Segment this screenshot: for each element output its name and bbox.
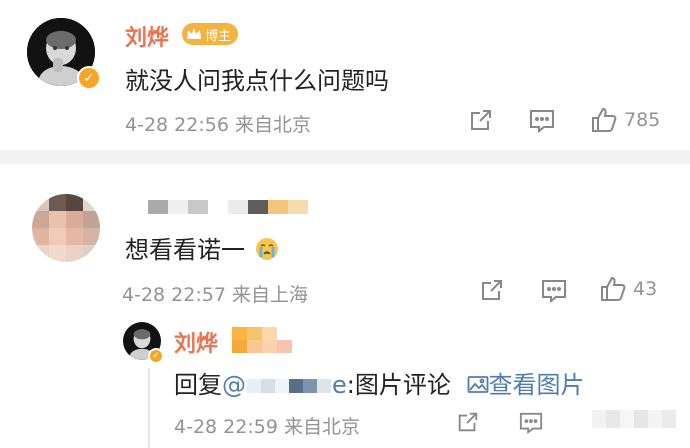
reply-prefix: 回复 — [174, 371, 222, 399]
blogger-badge: 博主 — [182, 23, 239, 45]
reply-thread-line — [148, 368, 150, 448]
mention-tail[interactable]: e — [332, 371, 347, 399]
author-name-mosaic — [128, 200, 308, 214]
verified-icon: ✓ — [148, 348, 164, 364]
comment-icon — [530, 110, 554, 134]
comment-meta: 4-28 22:57 来自上海 — [122, 284, 308, 306]
comment-item: ✓ 刘烨 博主 就没人问我点什么问题吗 4-28 22:56 来自北京 785 — [0, 0, 690, 150]
verified-icon: ✓ — [77, 66, 101, 90]
comment-icon — [542, 280, 566, 304]
share-icon — [458, 412, 478, 432]
author-name[interactable]: 刘烨 — [125, 20, 169, 52]
view-image-link[interactable]: 查看图片 — [467, 371, 585, 399]
crown-icon — [187, 28, 201, 39]
comment-button[interactable] — [528, 108, 556, 134]
comment-text: 就没人问我点什么问题吗 — [125, 67, 389, 95]
like-button[interactable]: 43 — [599, 275, 657, 303]
share-button[interactable] — [468, 107, 494, 133]
reply-meta: 4-28 22:59 来自北京 — [174, 416, 360, 438]
like-mosaic — [578, 410, 676, 428]
comment-item: 想看看诺一 4-28 22:57 来自上海 43 — [0, 164, 690, 314]
like-count: 43 — [633, 278, 658, 300]
comment-text-body: 想看看诺一 — [125, 236, 245, 264]
reply-suffix: :图片评论 — [346, 371, 451, 399]
reply-item: ✓ 刘烨 回复@ e:图片评论 查看图片 4-28 22:59 来自北京 — [0, 314, 690, 448]
like-icon — [601, 276, 626, 301]
mention-mosaic — [247, 379, 331, 393]
share-icon — [471, 110, 491, 130]
like-icon — [592, 107, 617, 132]
like-button[interactable] — [578, 410, 676, 428]
badge-mosaic — [232, 327, 292, 353]
comment-button[interactable] — [540, 278, 568, 304]
badge-label: 博主 — [205, 28, 232, 44]
comment-icon — [519, 412, 543, 435]
like-button[interactable]: 785 — [590, 106, 660, 134]
section-divider — [0, 150, 690, 164]
avatar[interactable] — [32, 194, 100, 262]
share-button[interactable] — [479, 277, 505, 303]
comment-meta: 4-28 22:56 来自北京 — [125, 114, 311, 136]
picture-icon — [467, 376, 488, 393]
crying-face-icon — [255, 238, 278, 260]
view-image-label: 查看图片 — [488, 371, 585, 399]
share-icon — [482, 280, 502, 300]
like-count: 785 — [624, 109, 661, 131]
comment-text: 想看看诺一 — [125, 230, 279, 265]
author-name[interactable]: 刘烨 — [174, 326, 218, 358]
mention-at[interactable]: @ — [222, 371, 246, 399]
reply-text: 回复@ e:图片评论 查看图片 — [174, 365, 585, 400]
comment-button[interactable] — [518, 411, 544, 435]
share-button[interactable] — [456, 410, 480, 434]
